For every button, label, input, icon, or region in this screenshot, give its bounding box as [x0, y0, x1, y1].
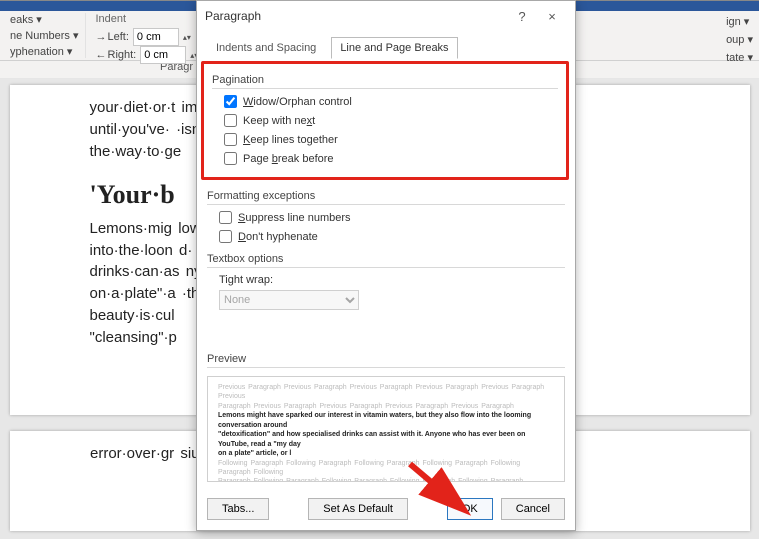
section-textbox-options-label: Textbox options [207, 253, 565, 265]
align-button[interactable]: ign ▾ [726, 15, 749, 28]
tight-wrap-label: Tight wrap: [219, 274, 273, 286]
checkbox-label: Widow/Orphan control [243, 96, 352, 108]
indent-left-input[interactable] [133, 28, 179, 46]
indent-group-label: Indent [96, 13, 127, 25]
checkbox-input[interactable] [224, 95, 237, 108]
preview-grey-line: Following Paragraph Following Paragraph … [218, 459, 554, 478]
tab-line-page-breaks[interactable]: Line and Page Breaks [331, 37, 457, 59]
preview-sample-line: "detoxification" and how specialised dri… [218, 430, 554, 449]
checkbox-input[interactable] [219, 230, 232, 243]
preview-grey-line: Paragraph Previous Paragraph Previous Pa… [218, 402, 554, 411]
tab-indents-spacing[interactable]: Indents and Spacing [207, 37, 325, 59]
ribbon-group-arrange: ign ▾ oup ▾ tate ▾ [726, 13, 753, 65]
paragraph-dialog: Paragraph ? × Indents and Spacing Line a… [196, 0, 576, 531]
checkbox-keep-with-next[interactable]: Keep with next [224, 114, 558, 127]
cancel-button[interactable]: Cancel [501, 498, 565, 520]
checkbox-label: Keep with next [243, 115, 315, 127]
tabs-button[interactable]: Tabs... [207, 498, 269, 520]
checkbox-dont-hyphenate[interactable]: Don't hyphenate [219, 230, 565, 243]
highlight-annotation: Pagination Widow/Orphan control Keep wit… [201, 61, 569, 180]
checkbox-page-break-before[interactable]: Page break before [224, 152, 558, 165]
section-pagination-label: Pagination [212, 74, 558, 86]
dialog-title: Paragraph [205, 9, 507, 23]
rotate-button[interactable]: tate ▾ [726, 51, 753, 64]
ribbon-group-pagesetup: eaks ▾ ne Numbers ▾ yphenation ▾ [4, 13, 86, 58]
dialog-tabs: Indents and Spacing Line and Page Breaks [207, 37, 565, 59]
checkbox-input[interactable] [224, 114, 237, 127]
indent-left-label: Left: [108, 31, 129, 43]
close-button[interactable]: × [537, 9, 567, 24]
preview-grey-line: Paragraph Following Paragraph Following … [218, 477, 554, 482]
preview-box: Previous Paragraph Previous Paragraph Pr… [207, 376, 565, 482]
dialog-button-row: Tabs... Set As Default OK Cancel [197, 492, 575, 530]
tab-label: Indents and Spacing [216, 42, 316, 54]
checkbox-input[interactable] [219, 211, 232, 224]
section-preview-label: Preview [207, 353, 565, 365]
checkbox-label: Keep lines together [243, 134, 338, 146]
checkbox-label: Page break before [243, 153, 334, 165]
spinner-icon[interactable]: ▴▾ [183, 33, 191, 42]
tight-wrap-select[interactable]: None [219, 290, 359, 310]
tab-label: Line and Page Breaks [340, 42, 448, 54]
help-button[interactable]: ? [507, 9, 537, 24]
section-formatting-exceptions-label: Formatting exceptions [207, 190, 565, 202]
breaks-button[interactable]: eaks ▾ [10, 13, 42, 26]
checkbox-keep-lines-together[interactable]: Keep lines together [224, 133, 558, 146]
hyphenation-button[interactable]: yphenation ▾ [10, 45, 72, 58]
set-as-default-button[interactable]: Set As Default [308, 498, 408, 520]
indent-right-input[interactable] [140, 46, 186, 64]
checkbox-suppress-line-numbers[interactable]: Suppress line numbers [219, 211, 565, 224]
checkbox-input[interactable] [224, 152, 237, 165]
indent-right-label: Right: [108, 49, 137, 61]
preview-sample-line: Lemons might have sparked our interest i… [218, 411, 554, 430]
group-button[interactable]: oup ▾ [726, 33, 753, 46]
checkbox-label: Don't hyphenate [238, 231, 318, 243]
checkbox-label: Suppress line numbers [238, 212, 351, 224]
preview-grey-line: Previous Paragraph Previous Paragraph Pr… [218, 383, 554, 402]
checkbox-input[interactable] [224, 133, 237, 146]
checkbox-widow-orphan[interactable]: Widow/Orphan control [224, 95, 558, 108]
ok-button[interactable]: OK [447, 498, 493, 520]
dialog-titlebar: Paragraph ? × [197, 1, 575, 31]
line-numbers-button[interactable]: ne Numbers ▾ [10, 29, 79, 42]
ribbon-group-indent: Indent → Left: ▴▾ ← Right: ▴▾ [90, 13, 206, 58]
preview-sample-line: on a plate" article, or l [218, 449, 554, 458]
